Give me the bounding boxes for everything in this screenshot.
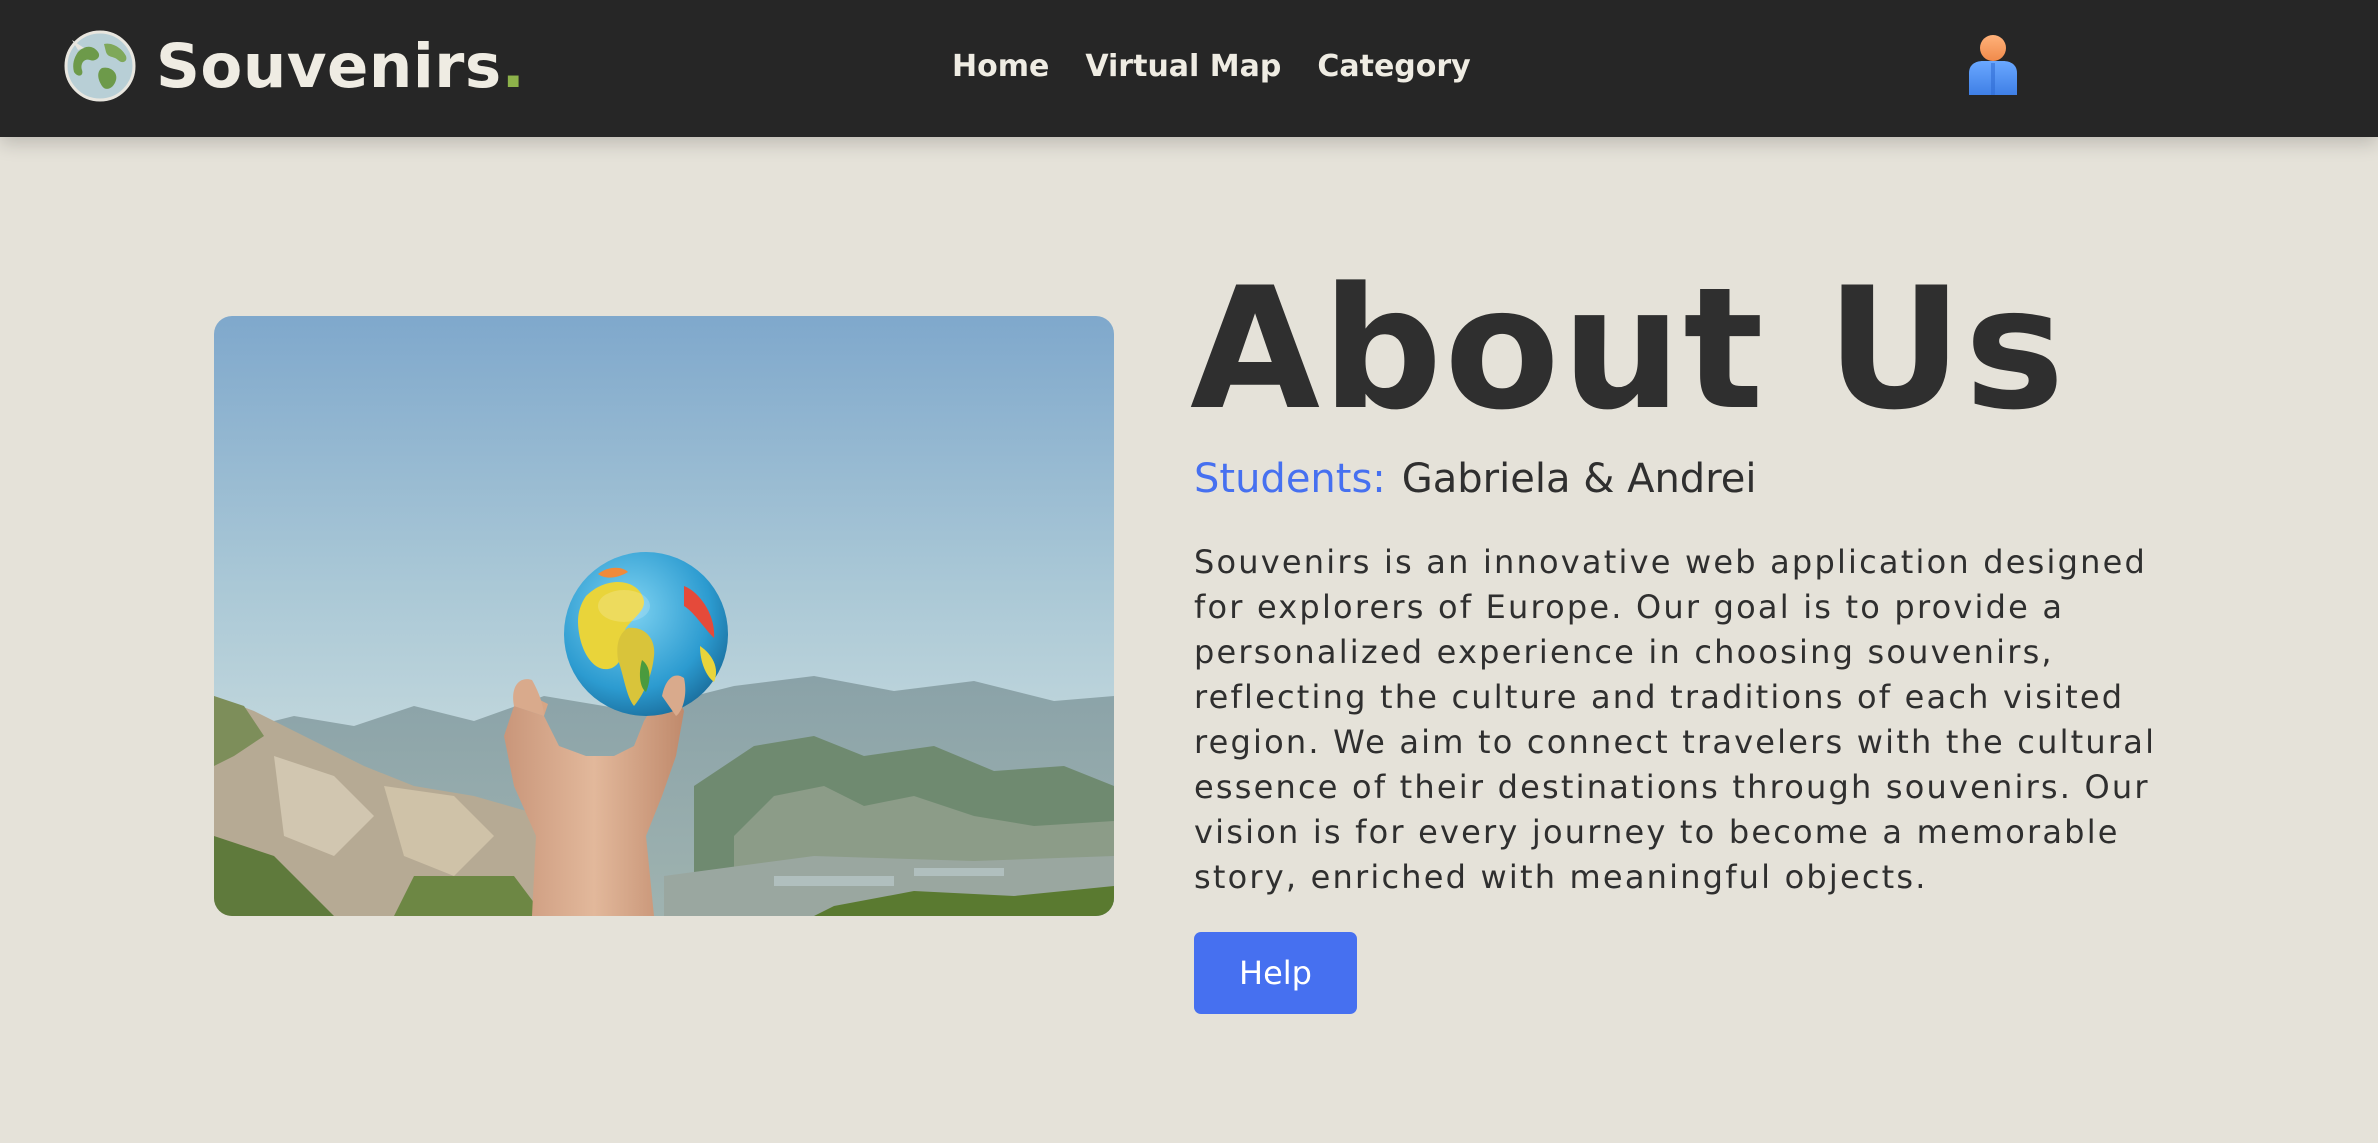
about-description: Souvenirs is an innovative web applicati… [1194,543,2157,896]
brand-dot: . [501,30,526,102]
nav-category[interactable]: Category [1317,48,1470,86]
students-label: Students: [1194,456,1386,502]
main-nav: Home Virtual Map Category [952,48,1471,86]
help-button[interactable]: Help [1194,932,1357,1014]
brand-name: Souvenirs. [156,36,525,97]
user-icon[interactable] [1966,33,2020,95]
globe-icon [64,30,136,102]
students-line: Students: Gabriela & Andrei [1194,452,1757,506]
page-title: About Us [1190,251,2067,447]
nav-virtual-map[interactable]: Virtual Map [1085,48,1281,86]
brand-logo[interactable]: Souvenirs. [64,30,525,102]
students-names: Gabriela & Andrei [1401,456,1757,502]
navbar: Souvenirs. Home Virtual Map Category [0,0,2378,137]
brand-name-text: Souvenirs [156,30,502,102]
hero-image [214,316,1114,916]
nav-home[interactable]: Home [952,48,1049,86]
hand-holding-globe-photo [214,316,1114,916]
